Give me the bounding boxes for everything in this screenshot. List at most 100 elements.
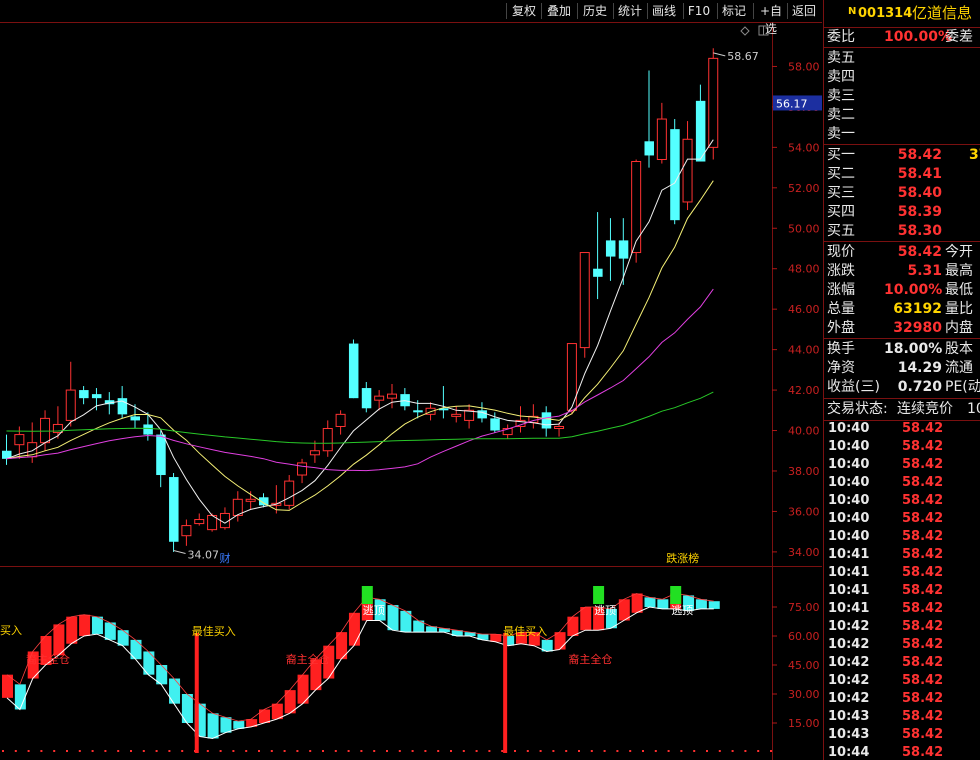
toolbar-divider	[787, 3, 788, 19]
quote-stat-right-label: 流通	[945, 360, 973, 376]
baseline-dot	[731, 750, 734, 752]
tick-time: 10:41	[828, 547, 870, 562]
candle-body	[194, 519, 205, 525]
baseline-dot	[78, 750, 81, 752]
indicator-bar	[554, 632, 566, 650]
toolbar-button[interactable]: +自选	[754, 2, 788, 36]
candle-body	[14, 434, 25, 446]
sell-level-row: 卖五	[824, 49, 980, 67]
tick-row: 10:42 58.42	[824, 636, 980, 654]
baseline-dot	[296, 750, 299, 752]
indicator-signal-label: 最佳买入	[192, 624, 236, 638]
candle-body	[335, 413, 346, 427]
toolbar-button[interactable]: 统计	[614, 2, 646, 20]
quote-stat-right-label: 股本	[945, 341, 973, 357]
baseline-dot	[667, 750, 670, 752]
ranking-marker[interactable]: 跌涨榜	[666, 551, 699, 565]
sell-level-label: 卖五	[827, 50, 855, 66]
baseline-dot	[475, 750, 478, 752]
candle-body	[181, 525, 192, 537]
kline-chart[interactable]: 34.00 36.00 38.00 40.00 42.00 44.00 46.00 48.00…	[0, 0, 822, 760]
tick-row: 10:40 58.42	[824, 474, 980, 492]
tick-time: 10:40	[828, 439, 870, 454]
baseline-dot	[40, 750, 43, 752]
toolbar-divider	[577, 3, 578, 19]
candle-body	[631, 161, 642, 254]
price-tick-label: 36.00	[788, 505, 820, 518]
buy-level-label: 买三	[827, 185, 855, 201]
indicator-signal-label: 逃顶	[594, 604, 616, 617]
baseline-dot	[14, 750, 17, 752]
quote-stat-row: 总量 63192 量比	[824, 300, 980, 318]
candle-body	[708, 57, 719, 148]
buy-level-price: 58.41	[897, 166, 942, 182]
baseline-dot	[142, 750, 145, 752]
price-tick-label: 34.00	[788, 546, 820, 559]
tick-time: 10:40	[828, 493, 870, 508]
tick-time: 10:43	[828, 727, 870, 742]
toolbar-button[interactable]: F10	[684, 2, 714, 20]
tick-time: 10:42	[828, 673, 870, 688]
baseline-dot	[219, 750, 222, 752]
indicator-tick-label: 45.00	[788, 659, 820, 672]
toolbar-divider	[683, 3, 684, 19]
indicator-bar	[657, 599, 669, 609]
baseline-dot	[629, 750, 632, 752]
candle-body	[682, 138, 693, 203]
finance-marker[interactable]: 财	[219, 551, 230, 565]
toolbar-button[interactable]: 画线	[648, 2, 680, 20]
baseline-dot	[590, 750, 593, 752]
sell-level-row: 卖一	[824, 125, 980, 143]
buy-level-price: 58.30	[897, 223, 942, 239]
candle-body	[79, 390, 89, 399]
tick-price: 58.42	[902, 511, 944, 526]
indicator-signal-label: 裔主全仓	[26, 652, 70, 666]
baseline-dot	[539, 750, 542, 752]
tick-time: 10:40	[828, 511, 870, 526]
tick-time: 10:41	[828, 565, 870, 580]
buy-level-label: 买一	[827, 147, 855, 163]
tick-price: 58.42	[902, 475, 944, 490]
candle-body	[169, 477, 179, 542]
quote-stat-row: 净资 14.29 流通	[824, 359, 980, 377]
quote-panel: N 001314 亿道信息 委比 100.00% 委差 卖五 卖四 卖三 卖二 卖一 买…	[823, 0, 980, 760]
candle-body	[670, 129, 680, 221]
candle-body	[554, 425, 565, 430]
tick-price: 58.42	[902, 601, 944, 616]
quote-stat-row: 现价 58.42 今开	[824, 243, 980, 261]
toolbar-button[interactable]: 返回	[788, 2, 820, 20]
quote-stat-right-label: 今开	[945, 244, 973, 260]
toolbar-button[interactable]: 复权	[507, 2, 541, 20]
buy-level-label: 买四	[827, 204, 855, 220]
tick-price: 58.42	[902, 709, 944, 724]
baseline-dot	[27, 750, 30, 752]
escape-top-block	[361, 586, 373, 604]
toolbar-button[interactable]: 标记	[718, 2, 750, 20]
baseline-dot	[565, 750, 568, 752]
tick-time: 10:40	[828, 457, 870, 472]
candle-body	[156, 434, 166, 476]
quote-stat-right-label: PE(动	[945, 379, 980, 395]
quote-stat-value: 14.29	[897, 360, 942, 376]
tick-time: 10:42	[828, 691, 870, 706]
tick-time: 10:42	[828, 619, 870, 634]
baseline-dot	[744, 750, 747, 752]
tick-row: 10:41 58.42	[824, 564, 980, 582]
toolbar-button[interactable]: 叠加	[542, 2, 576, 20]
quote-stat-value: 18.00%	[884, 341, 943, 357]
tick-price: 58.42	[902, 493, 944, 508]
indicator-bar	[169, 678, 181, 704]
tick-price: 58.42	[902, 547, 944, 562]
tick-time: 10:40	[828, 475, 870, 490]
toolbar-button[interactable]: 历史	[578, 2, 612, 20]
baseline-dot	[718, 750, 721, 752]
indicator-signal-label: 裔主全仓	[286, 652, 330, 666]
price-tick-label: 38.00	[788, 465, 820, 478]
tick-price: 58.42	[902, 421, 944, 436]
escape-top-block	[593, 586, 605, 604]
quote-stat-value: 58.42	[897, 244, 942, 260]
tick-price: 58.42	[902, 565, 944, 580]
tick-price: 58.42	[902, 619, 944, 634]
price-tick-label: 52.00	[788, 182, 820, 195]
baseline-dot	[386, 750, 388, 752]
